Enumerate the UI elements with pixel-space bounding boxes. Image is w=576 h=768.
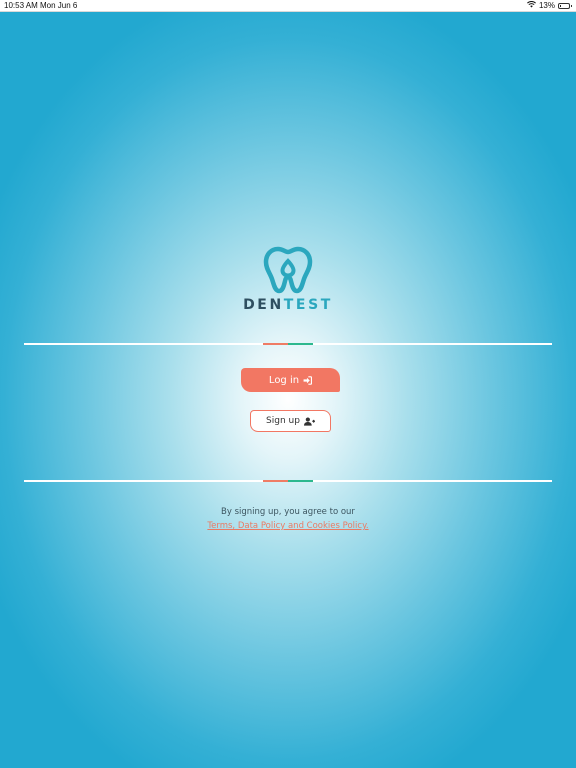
signup-button-label: Sign up: [266, 416, 300, 426]
app-screen: 10:53 AM Mon Jun 6 13% DENTEST Log in Si…: [0, 0, 576, 768]
status-time: 10:53 AM: [4, 1, 38, 10]
user-plus-icon: [303, 416, 315, 426]
wifi-icon: [527, 1, 536, 10]
battery-icon: [558, 2, 572, 9]
brand-name-part1: DEN: [243, 297, 284, 313]
login-button[interactable]: Log in: [241, 368, 340, 392]
status-bar: 10:53 AM Mon Jun 6 13%: [0, 0, 576, 12]
terms-link[interactable]: Terms, Data Policy and Cookies Policy.: [207, 521, 368, 531]
battery-percent: 13%: [538, 1, 555, 10]
top-divider: [24, 343, 552, 345]
brand-name: DENTEST: [0, 297, 576, 313]
login-button-label: Log in: [268, 374, 300, 386]
brand-logo: DENTEST: [0, 243, 576, 313]
brand-name-part2: TEST: [283, 297, 333, 313]
status-date: Mon Jun 6: [40, 1, 78, 10]
bottom-divider: [24, 480, 552, 482]
signup-button[interactable]: Sign up: [250, 410, 331, 432]
divider-accent: [263, 480, 313, 482]
legal-notice: By signing up, you agree to our Terms, D…: [0, 505, 576, 533]
divider-accent: [263, 343, 313, 345]
battery-level: [560, 4, 561, 7]
status-indicators: 13%: [527, 1, 572, 10]
tooth-logo-icon: [263, 246, 313, 294]
legal-text: By signing up, you agree to our: [221, 507, 355, 517]
sign-in-icon: [303, 375, 313, 385]
